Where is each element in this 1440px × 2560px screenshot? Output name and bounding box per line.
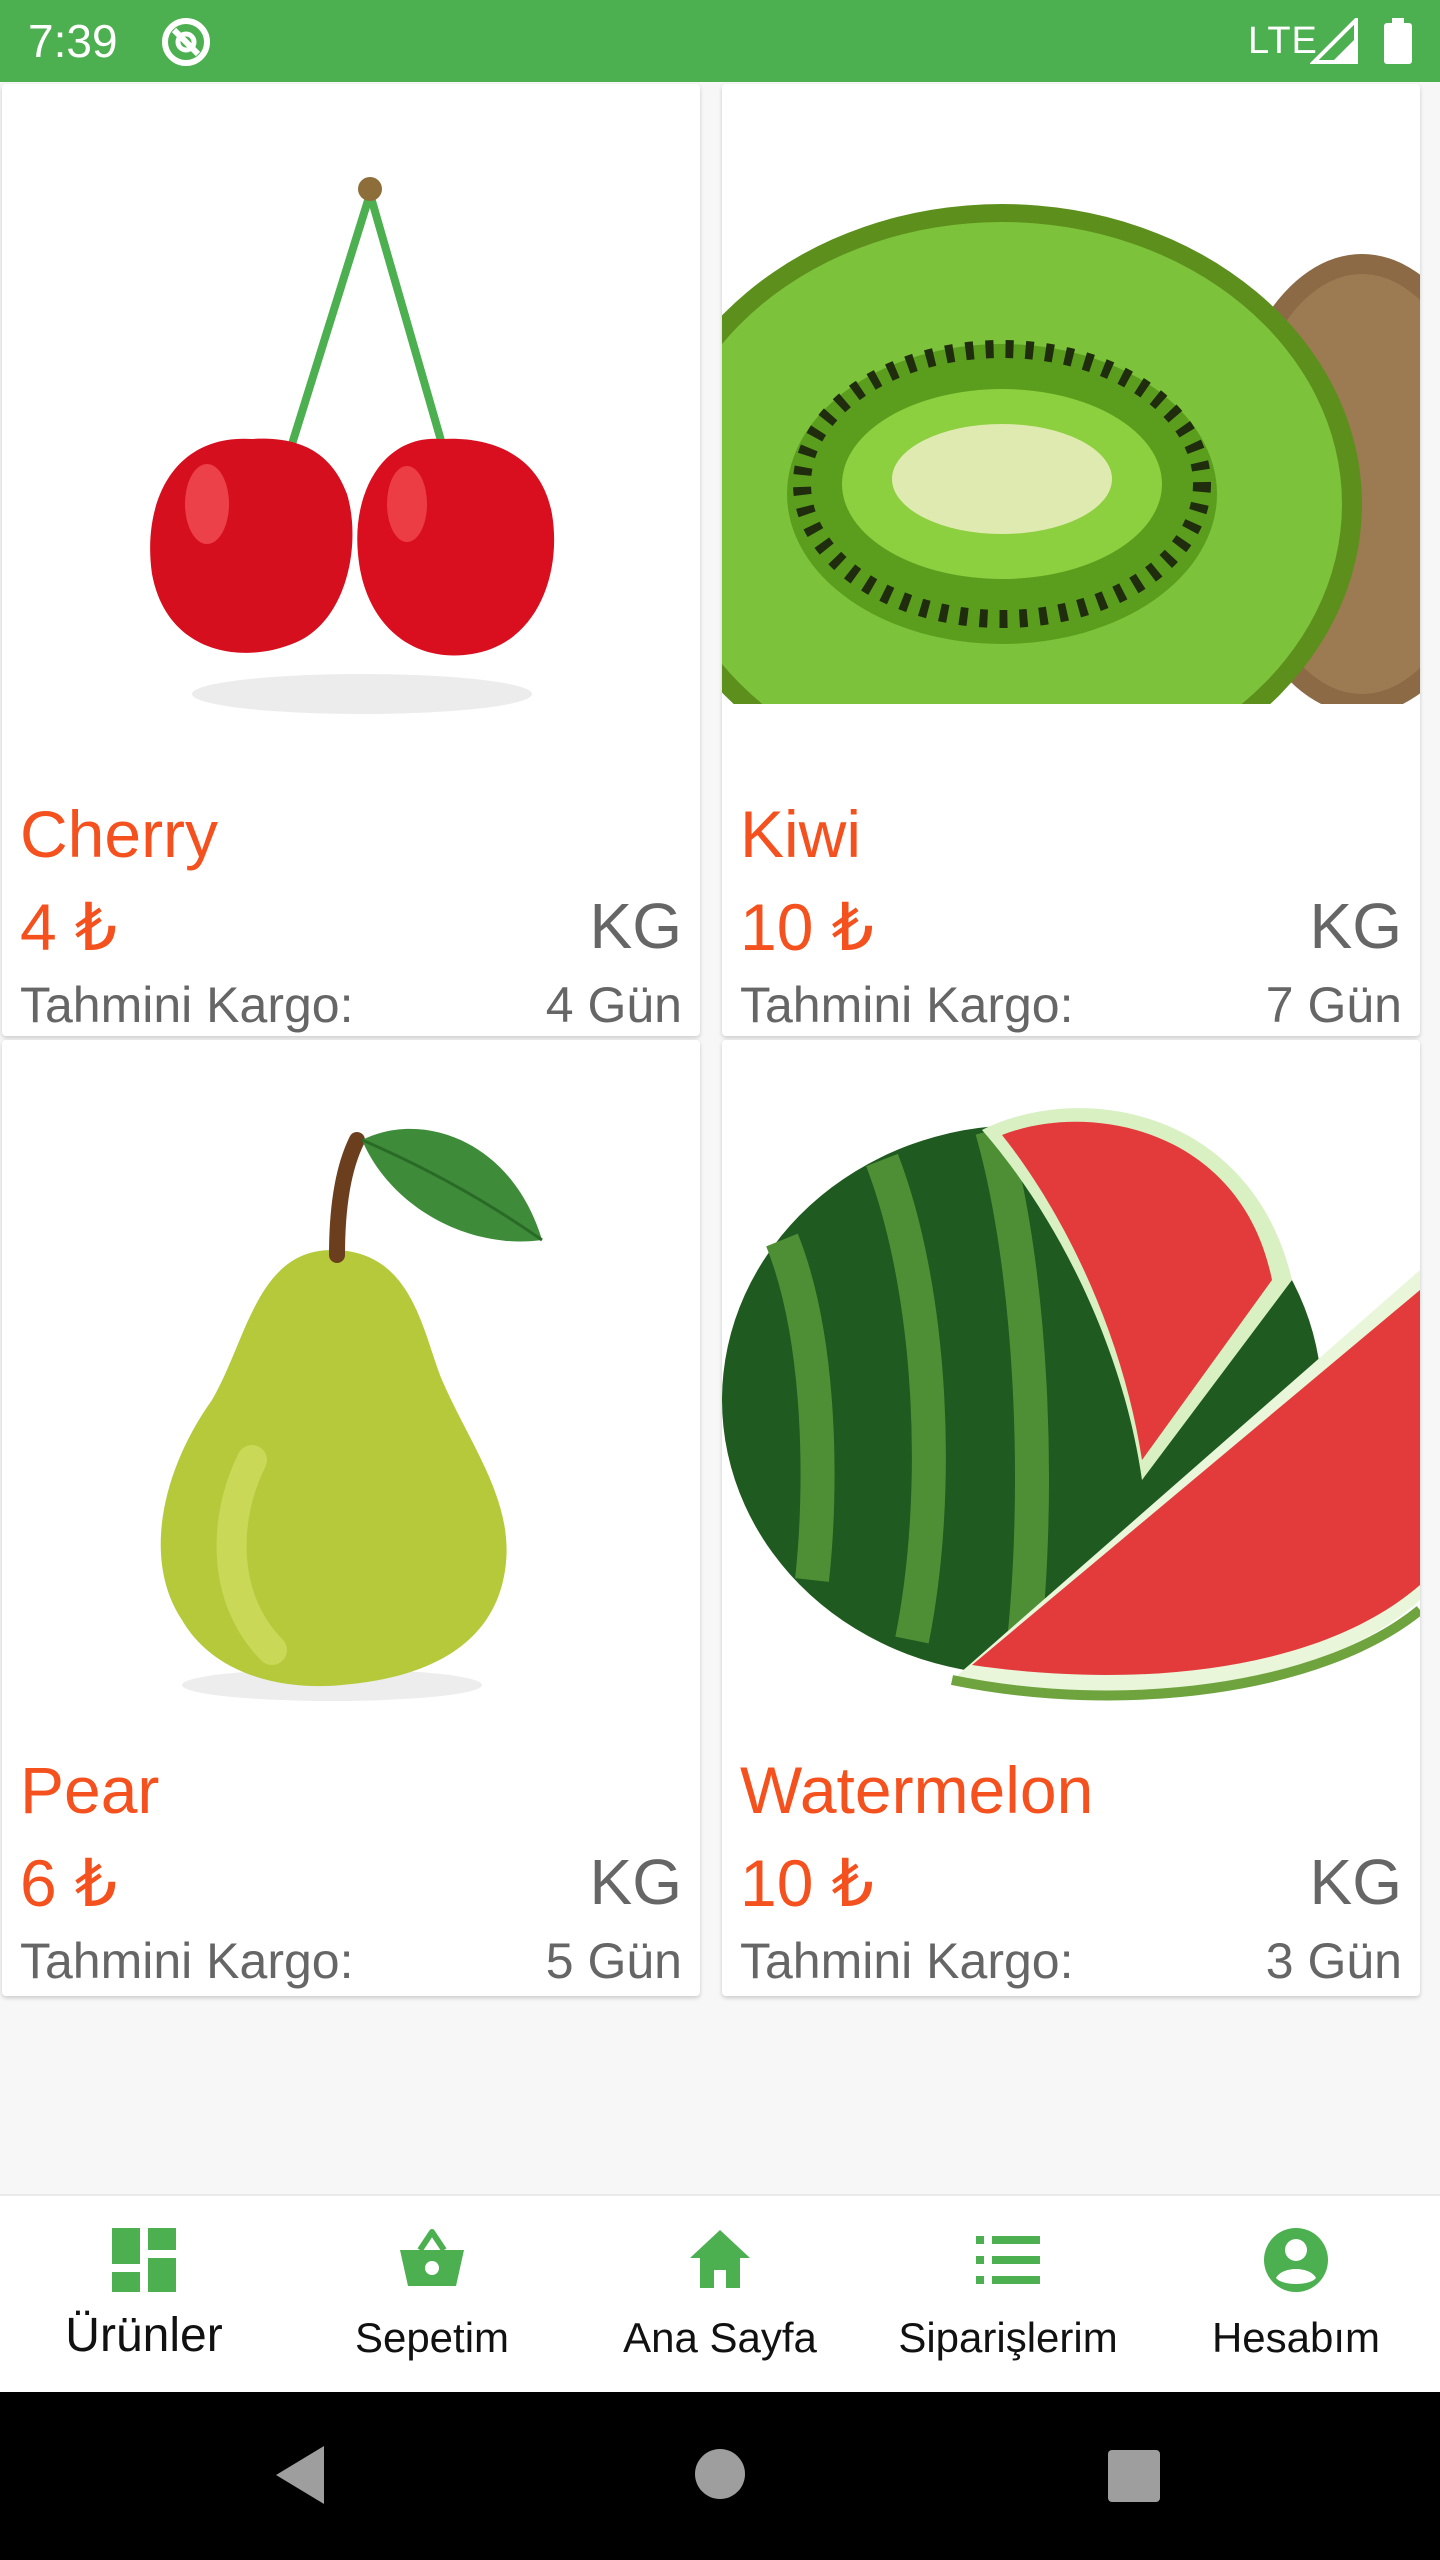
battery-icon [1384, 18, 1412, 64]
pear-image [2, 1040, 700, 1720]
cargo-label: Tahmini Kargo: [740, 1933, 1074, 1989]
bottom-navigation: Ürünler Sepetim Ana Sayfa Siparişlerim H… [0, 2194, 1440, 2394]
product-name: Pear [20, 1753, 160, 1827]
nav-item-hesabim[interactable]: Hesabım [1152, 2196, 1440, 2394]
list-icon [976, 2236, 1040, 2284]
product-unit: KG [589, 1846, 682, 1918]
home-icon [690, 2230, 750, 2288]
cargo-label: Tahmini Kargo: [740, 977, 1074, 1033]
product-card-kiwi[interactable]: Kiwi 10 ₺ KG Tahmini Kargo: 7 Gün [722, 84, 1420, 1036]
product-price: 6 ₺ [20, 1846, 118, 1920]
product-unit: KG [1309, 1846, 1402, 1918]
product-card-watermelon[interactable]: Watermelon 10 ₺ KG Tahmini Kargo: 3 Gün [722, 1040, 1420, 1996]
product-name: Cherry [20, 797, 219, 871]
product-price: 10 ₺ [740, 890, 874, 964]
nav-label: Siparişlerim [898, 2314, 1118, 2361]
nav-item-ana-sayfa[interactable]: Ana Sayfa [576, 2196, 864, 2394]
product-unit: KG [589, 890, 682, 962]
watermelon-image [722, 1040, 1420, 1720]
product-name: Watermelon [740, 1753, 1094, 1827]
app-notification-icon [162, 18, 210, 66]
nav-item-sepetim[interactable]: Sepetim [288, 2196, 576, 2394]
network-type: LTE [1248, 20, 1318, 62]
cherry-image [2, 84, 700, 764]
status-time: 7:39 [28, 15, 118, 67]
home-button-icon[interactable] [694, 2448, 746, 2500]
account-icon [1264, 2228, 1328, 2292]
cargo-label: Tahmini Kargo: [20, 977, 354, 1033]
kiwi-image [722, 84, 1420, 764]
basket-icon [400, 2229, 464, 2286]
cargo-label: Tahmini Kargo: [20, 1933, 354, 1989]
cargo-value: 7 Gün [1265, 977, 1402, 1033]
nav-label: Ürünler [65, 2309, 223, 2362]
product-unit: KG [1309, 890, 1402, 962]
product-card-cherry[interactable]: Cherry 4 ₺ KG Tahmini Kargo: 4 Gün [2, 84, 700, 1036]
cargo-value: 5 Gün [545, 1933, 682, 1989]
nav-label: Ana Sayfa [623, 2314, 817, 2361]
status-bar: 7:39 LTE [0, 0, 1440, 82]
back-icon[interactable] [272, 2444, 328, 2506]
product-name: Kiwi [740, 797, 862, 871]
recents-icon[interactable] [1108, 2450, 1160, 2502]
nav-item-urunler[interactable]: Ürünler [0, 2196, 288, 2394]
product-price: 10 ₺ [740, 1846, 874, 1920]
dashboard-icon [112, 2228, 176, 2292]
cargo-value: 4 Gün [545, 977, 682, 1033]
cargo-value: 3 Gün [1265, 1933, 1402, 1989]
nav-item-siparislerim[interactable]: Siparişlerim [864, 2196, 1152, 2394]
signal-icon [1310, 18, 1358, 64]
product-price: 4 ₺ [20, 890, 118, 964]
nav-label: Sepetim [354, 2314, 510, 2361]
nav-label: Hesabım [1211, 2314, 1381, 2361]
product-card-pear[interactable]: Pear 6 ₺ KG Tahmini Kargo: 5 Gün [2, 1040, 700, 1996]
system-navigation-bar [0, 2392, 1440, 2560]
